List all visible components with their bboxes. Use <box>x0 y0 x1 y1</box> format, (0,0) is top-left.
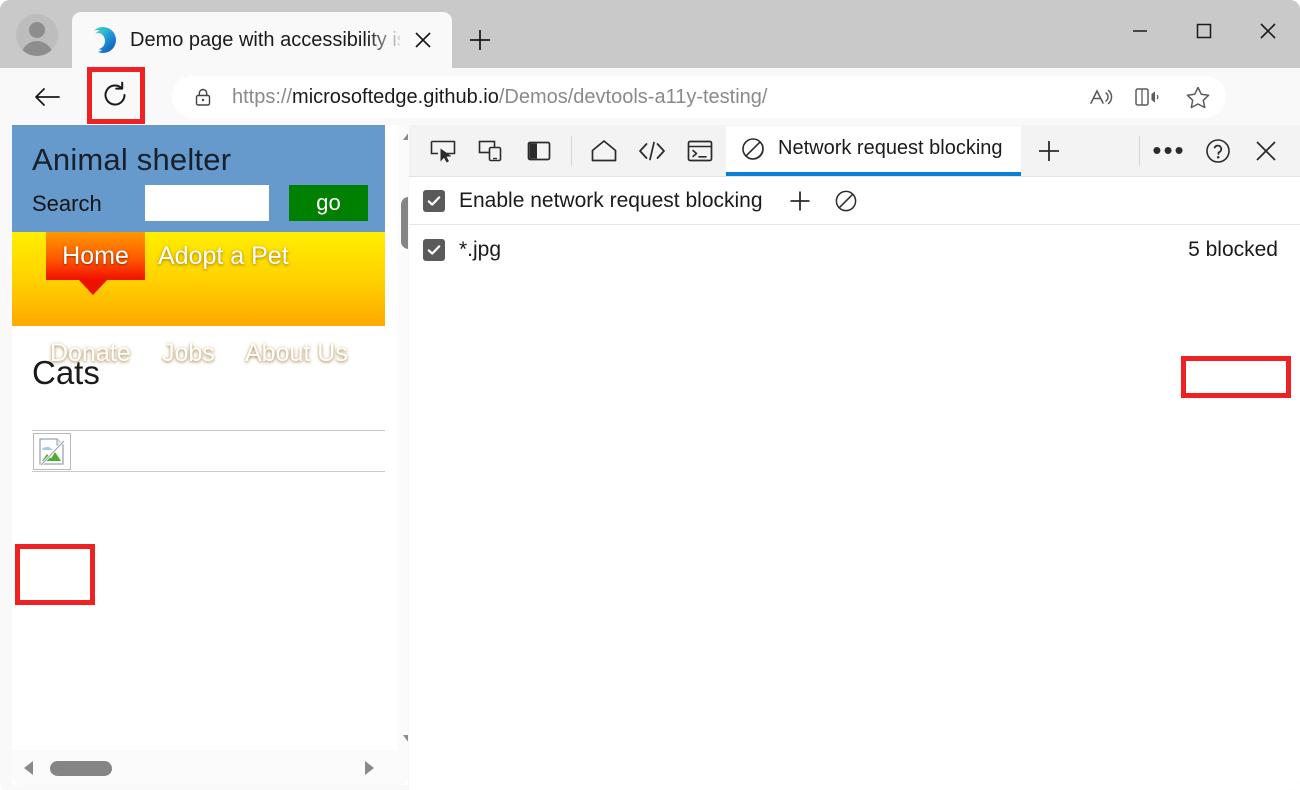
address-bar[interactable]: https://microsoftedge.github.io/Demos/de… <box>172 76 1226 118</box>
browser-tab[interactable]: Demo page with accessibility issues <box>72 12 452 68</box>
pattern-text[interactable]: *.jpg <box>459 238 501 262</box>
edge-logo-icon <box>90 27 116 53</box>
content-area: Animal shelter Search go Home Adopt a Pe… <box>0 125 1300 790</box>
tab-network-request-blocking[interactable]: Network request blocking <box>726 126 1021 176</box>
read-aloud-icon[interactable] <box>1078 77 1124 117</box>
nav-row-secondary: Donate Jobs About Us <box>12 283 385 326</box>
block-circle-icon <box>740 136 766 162</box>
avatar-body <box>21 41 53 56</box>
nav-item-home-label: Home <box>62 242 129 271</box>
web-page-viewport: Animal shelter Search go Home Adopt a Pe… <box>12 125 408 785</box>
nav-item-about-us[interactable]: About Us <box>245 339 348 368</box>
scroll-left-arrow-icon[interactable] <box>24 761 33 775</box>
cat-list-row <box>32 430 385 472</box>
site-header: Animal shelter Search go <box>12 125 385 232</box>
horizontal-scrollbar-thumb[interactable] <box>50 761 112 776</box>
browser-window: Demo page with accessibility issues <box>0 0 1300 790</box>
devtools-toolbar-right-group: ••• <box>1135 128 1300 174</box>
device-emulation-icon[interactable] <box>467 128 515 174</box>
search-label: Search <box>32 191 102 217</box>
search-input[interactable] <box>145 185 269 221</box>
nav-item-jobs[interactable]: Jobs <box>162 339 215 368</box>
page-horizontal-scrollbar[interactable] <box>12 750 408 785</box>
profile-avatar[interactable] <box>16 14 58 56</box>
blocked-count-text: 5 blocked <box>1188 238 1278 262</box>
page-vertical-scrollbar[interactable] <box>397 125 408 750</box>
tab-title: Demo page with accessibility issues <box>130 29 400 52</box>
tab-label: Network request blocking <box>778 137 1003 160</box>
scroll-up-arrow-icon[interactable] <box>403 132 408 140</box>
enable-blocking-row: Enable network request blocking <box>409 178 1300 225</box>
page-section-heading: Cats <box>32 354 100 392</box>
favorite-star-icon[interactable] <box>1170 77 1226 117</box>
elements-code-icon[interactable] <box>628 128 676 174</box>
remove-all-patterns-icon[interactable] <box>827 182 865 220</box>
toolbar-divider-right <box>1139 136 1140 166</box>
enable-blocking-checkbox[interactable] <box>423 190 445 212</box>
console-icon[interactable] <box>676 128 724 174</box>
devtools-panel: Network request blocking ••• <box>409 125 1300 790</box>
web-page-content: Animal shelter Search go Home Adopt a Pe… <box>12 125 385 750</box>
back-button[interactable] <box>26 78 68 116</box>
new-tab-button[interactable] <box>462 22 498 58</box>
scroll-right-arrow-icon[interactable] <box>365 761 374 775</box>
blocking-pattern-row: *.jpg 5 blocked <box>409 226 1300 274</box>
reload-button-highlight <box>87 67 145 124</box>
inspect-element-icon[interactable] <box>419 128 467 174</box>
window-controls <box>1090 0 1300 62</box>
site-title: Animal shelter <box>32 142 231 178</box>
search-go-button[interactable]: go <box>289 185 368 221</box>
vertical-scrollbar-thumb[interactable] <box>401 197 408 249</box>
toolbar-divider <box>571 136 572 166</box>
nav-item-adopt-a-pet[interactable]: Adopt a Pet <box>158 242 289 271</box>
site-navigation: Home Adopt a Pet Donate Jobs About Us <box>12 232 385 326</box>
scroll-down-arrow-icon[interactable] <box>403 735 408 743</box>
url-text: https://microsoftedge.github.io/Demos/de… <box>232 86 1078 109</box>
avatar-head <box>29 22 45 38</box>
close-tab-icon[interactable] <box>406 23 440 57</box>
broken-image-icon <box>33 433 71 470</box>
nav-row-primary: Home Adopt a Pet <box>12 232 385 283</box>
pattern-enabled-checkbox[interactable] <box>423 239 445 261</box>
broken-image-highlight <box>15 544 95 605</box>
blocked-count-highlight <box>1181 356 1291 398</box>
lock-icon <box>192 86 214 108</box>
minimize-window-button[interactable] <box>1108 4 1172 58</box>
close-devtools-icon[interactable] <box>1242 128 1290 174</box>
home-icon[interactable] <box>580 128 628 174</box>
browser-tab-strip: Demo page with accessibility issues <box>0 0 1300 68</box>
browser-navigation-bar: https://microsoftedge.github.io/Demos/de… <box>0 68 1300 125</box>
devtools-toolbar: Network request blocking ••• <box>409 125 1300 177</box>
help-icon[interactable] <box>1194 128 1242 174</box>
maximize-window-button[interactable] <box>1172 4 1236 58</box>
add-pattern-button[interactable] <box>781 182 819 220</box>
dock-side-icon[interactable] <box>515 128 563 174</box>
immersive-reader-icon[interactable] <box>1124 77 1170 117</box>
close-window-button[interactable] <box>1236 4 1300 58</box>
enable-blocking-label: Enable network request blocking <box>459 189 763 213</box>
devtools-more-button[interactable]: ••• <box>1144 128 1194 174</box>
add-devtools-tab-button[interactable] <box>1021 128 1077 174</box>
nav-item-home[interactable]: Home <box>46 232 145 280</box>
